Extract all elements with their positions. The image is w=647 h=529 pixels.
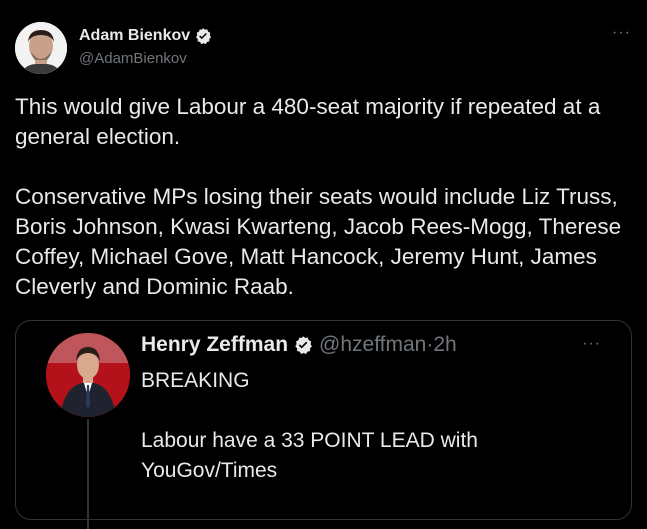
- separator-dot: ·: [426, 333, 434, 356]
- more-options-button[interactable]: ···: [612, 24, 631, 42]
- thread-line: [87, 419, 89, 529]
- author-avatar[interactable]: [15, 22, 67, 74]
- avatar-photo-icon: [15, 22, 67, 74]
- verified-badge-icon: [196, 28, 212, 45]
- quoted-author-avatar[interactable]: [46, 333, 130, 417]
- tweet-text: This would give Labour a 480-seat majori…: [15, 94, 622, 299]
- quoted-author-handle[interactable]: @hzeffman: [319, 333, 426, 357]
- quoted-timestamp[interactable]: 2h: [433, 333, 456, 357]
- author-name[interactable]: Adam Bienkov: [79, 27, 190, 45]
- avatar-photo-icon: [46, 333, 130, 417]
- author-handle[interactable]: @AdamBienkov: [79, 50, 187, 67]
- quoted-more-options-button[interactable]: ···: [582, 335, 601, 353]
- tweet: Adam Bienkov @AdamBienkov ··· This would…: [0, 0, 647, 529]
- quoted-author-name[interactable]: Henry Zeffman: [141, 333, 288, 357]
- quoted-tweet[interactable]: Henry Zeffman @hzeffman · 2h ··· BREAKIN…: [15, 320, 632, 529]
- quoted-header: Henry Zeffman @hzeffman · 2h: [141, 333, 457, 357]
- author-name-row[interactable]: Adam Bienkov: [79, 27, 212, 45]
- quoted-tweet-text: BREAKING Labour have a 33 POINT LEAD wit…: [141, 369, 478, 482]
- verified-badge-icon: [295, 336, 312, 354]
